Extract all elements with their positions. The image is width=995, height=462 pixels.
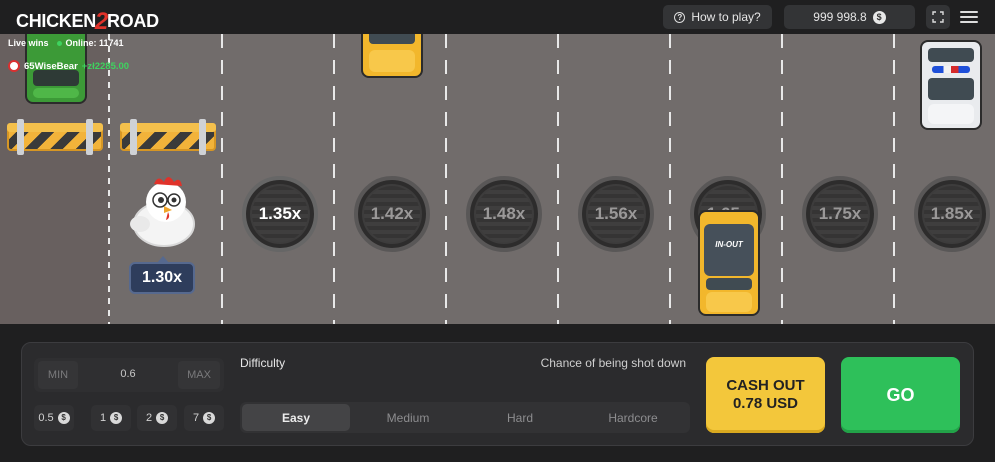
multiplier-manhole[interactable]: 1.75x: [802, 176, 878, 252]
game-logo: CHICKEN2ROAD: [16, 8, 159, 35]
fullscreen-icon: [932, 11, 944, 23]
balance-display: 999 998.8 $: [784, 5, 915, 29]
difficulty-option-easy[interactable]: Easy: [242, 404, 350, 431]
live-wins-label: Live wins: [8, 38, 49, 48]
lane-line: [893, 34, 895, 324]
difficulty-option-hardcore[interactable]: Hardcore: [579, 404, 687, 431]
in-out-truck: IN-OUT: [698, 210, 760, 316]
winner-amount: +zł2285.00: [81, 60, 130, 72]
lane-line: [781, 34, 783, 324]
live-win-entry: 65WiseBear +zł2285.00: [8, 60, 129, 72]
dollar-coin-icon: $: [57, 412, 70, 424]
multiplier-manhole[interactable]: 1.56x: [578, 176, 654, 252]
lane-line: [333, 34, 335, 324]
cash-out-button[interactable]: CASH OUT 0.78 USD: [706, 357, 825, 433]
bet-amount-input[interactable]: 0.6: [100, 368, 156, 380]
dollar-coin-icon: $: [203, 412, 216, 424]
bet-chip-button[interactable]: 2 $: [137, 405, 177, 431]
bet-min-button[interactable]: MIN: [38, 361, 78, 389]
multiplier-manhole[interactable]: 1.42x: [354, 176, 430, 252]
lane-line: [669, 34, 671, 324]
police-car: [920, 40, 982, 130]
balance-value: 999 998.8: [813, 10, 867, 24]
how-to-play-button[interactable]: ? How to play?: [663, 5, 772, 29]
chance-label: Chance of being shot down: [540, 356, 686, 370]
lane-line: [221, 34, 223, 324]
online-count: Online: 11741: [56, 38, 124, 48]
top-bar: CHICKEN2ROAD ? How to play? 999 998.8 $: [0, 0, 995, 35]
dollar-coin-icon: $: [110, 412, 123, 424]
chicken-character: [124, 172, 200, 250]
live-wins-bar: Live wins Online: 11741: [8, 38, 124, 48]
difficulty-label: Difficulty: [240, 356, 286, 370]
go-button[interactable]: GO: [841, 357, 960, 433]
multiplier-manhole[interactable]: 1.48x: [466, 176, 542, 252]
winner-name: 65WiseBear: [24, 60, 78, 72]
lane-line: [445, 34, 447, 324]
in-out-truck-label: IN-OUT: [715, 240, 743, 249]
bet-chip-button[interactable]: 1 $: [91, 405, 131, 431]
online-dot-icon: [56, 41, 62, 46]
multiplier-manhole[interactable]: 1.85x: [914, 176, 990, 252]
how-to-play-label: How to play?: [691, 10, 761, 24]
bet-chip-button[interactable]: 7 $: [184, 405, 224, 431]
multiplier-manhole[interactable]: 1.35x: [242, 176, 318, 252]
lane-line: [108, 34, 110, 324]
current-multiplier-badge: 1.30x: [129, 256, 195, 294]
lane-line: [557, 34, 559, 324]
road-barrier: [120, 119, 216, 155]
info-icon: ?: [674, 11, 686, 23]
avatar: [8, 60, 20, 72]
dollar-coin-icon: $: [156, 412, 169, 424]
road-barrier: [7, 119, 103, 155]
bet-max-button[interactable]: MAX: [178, 361, 220, 389]
dollar-coin-icon: $: [872, 10, 886, 24]
fullscreen-button[interactable]: [926, 5, 950, 29]
difficulty-option-medium[interactable]: Medium: [354, 404, 462, 431]
bet-chip-button[interactable]: 0.5 $: [34, 405, 74, 431]
hamburger-menu-icon[interactable]: [960, 7, 978, 27]
yellow-car: [361, 34, 423, 78]
difficulty-option-hard[interactable]: Hard: [466, 404, 574, 431]
